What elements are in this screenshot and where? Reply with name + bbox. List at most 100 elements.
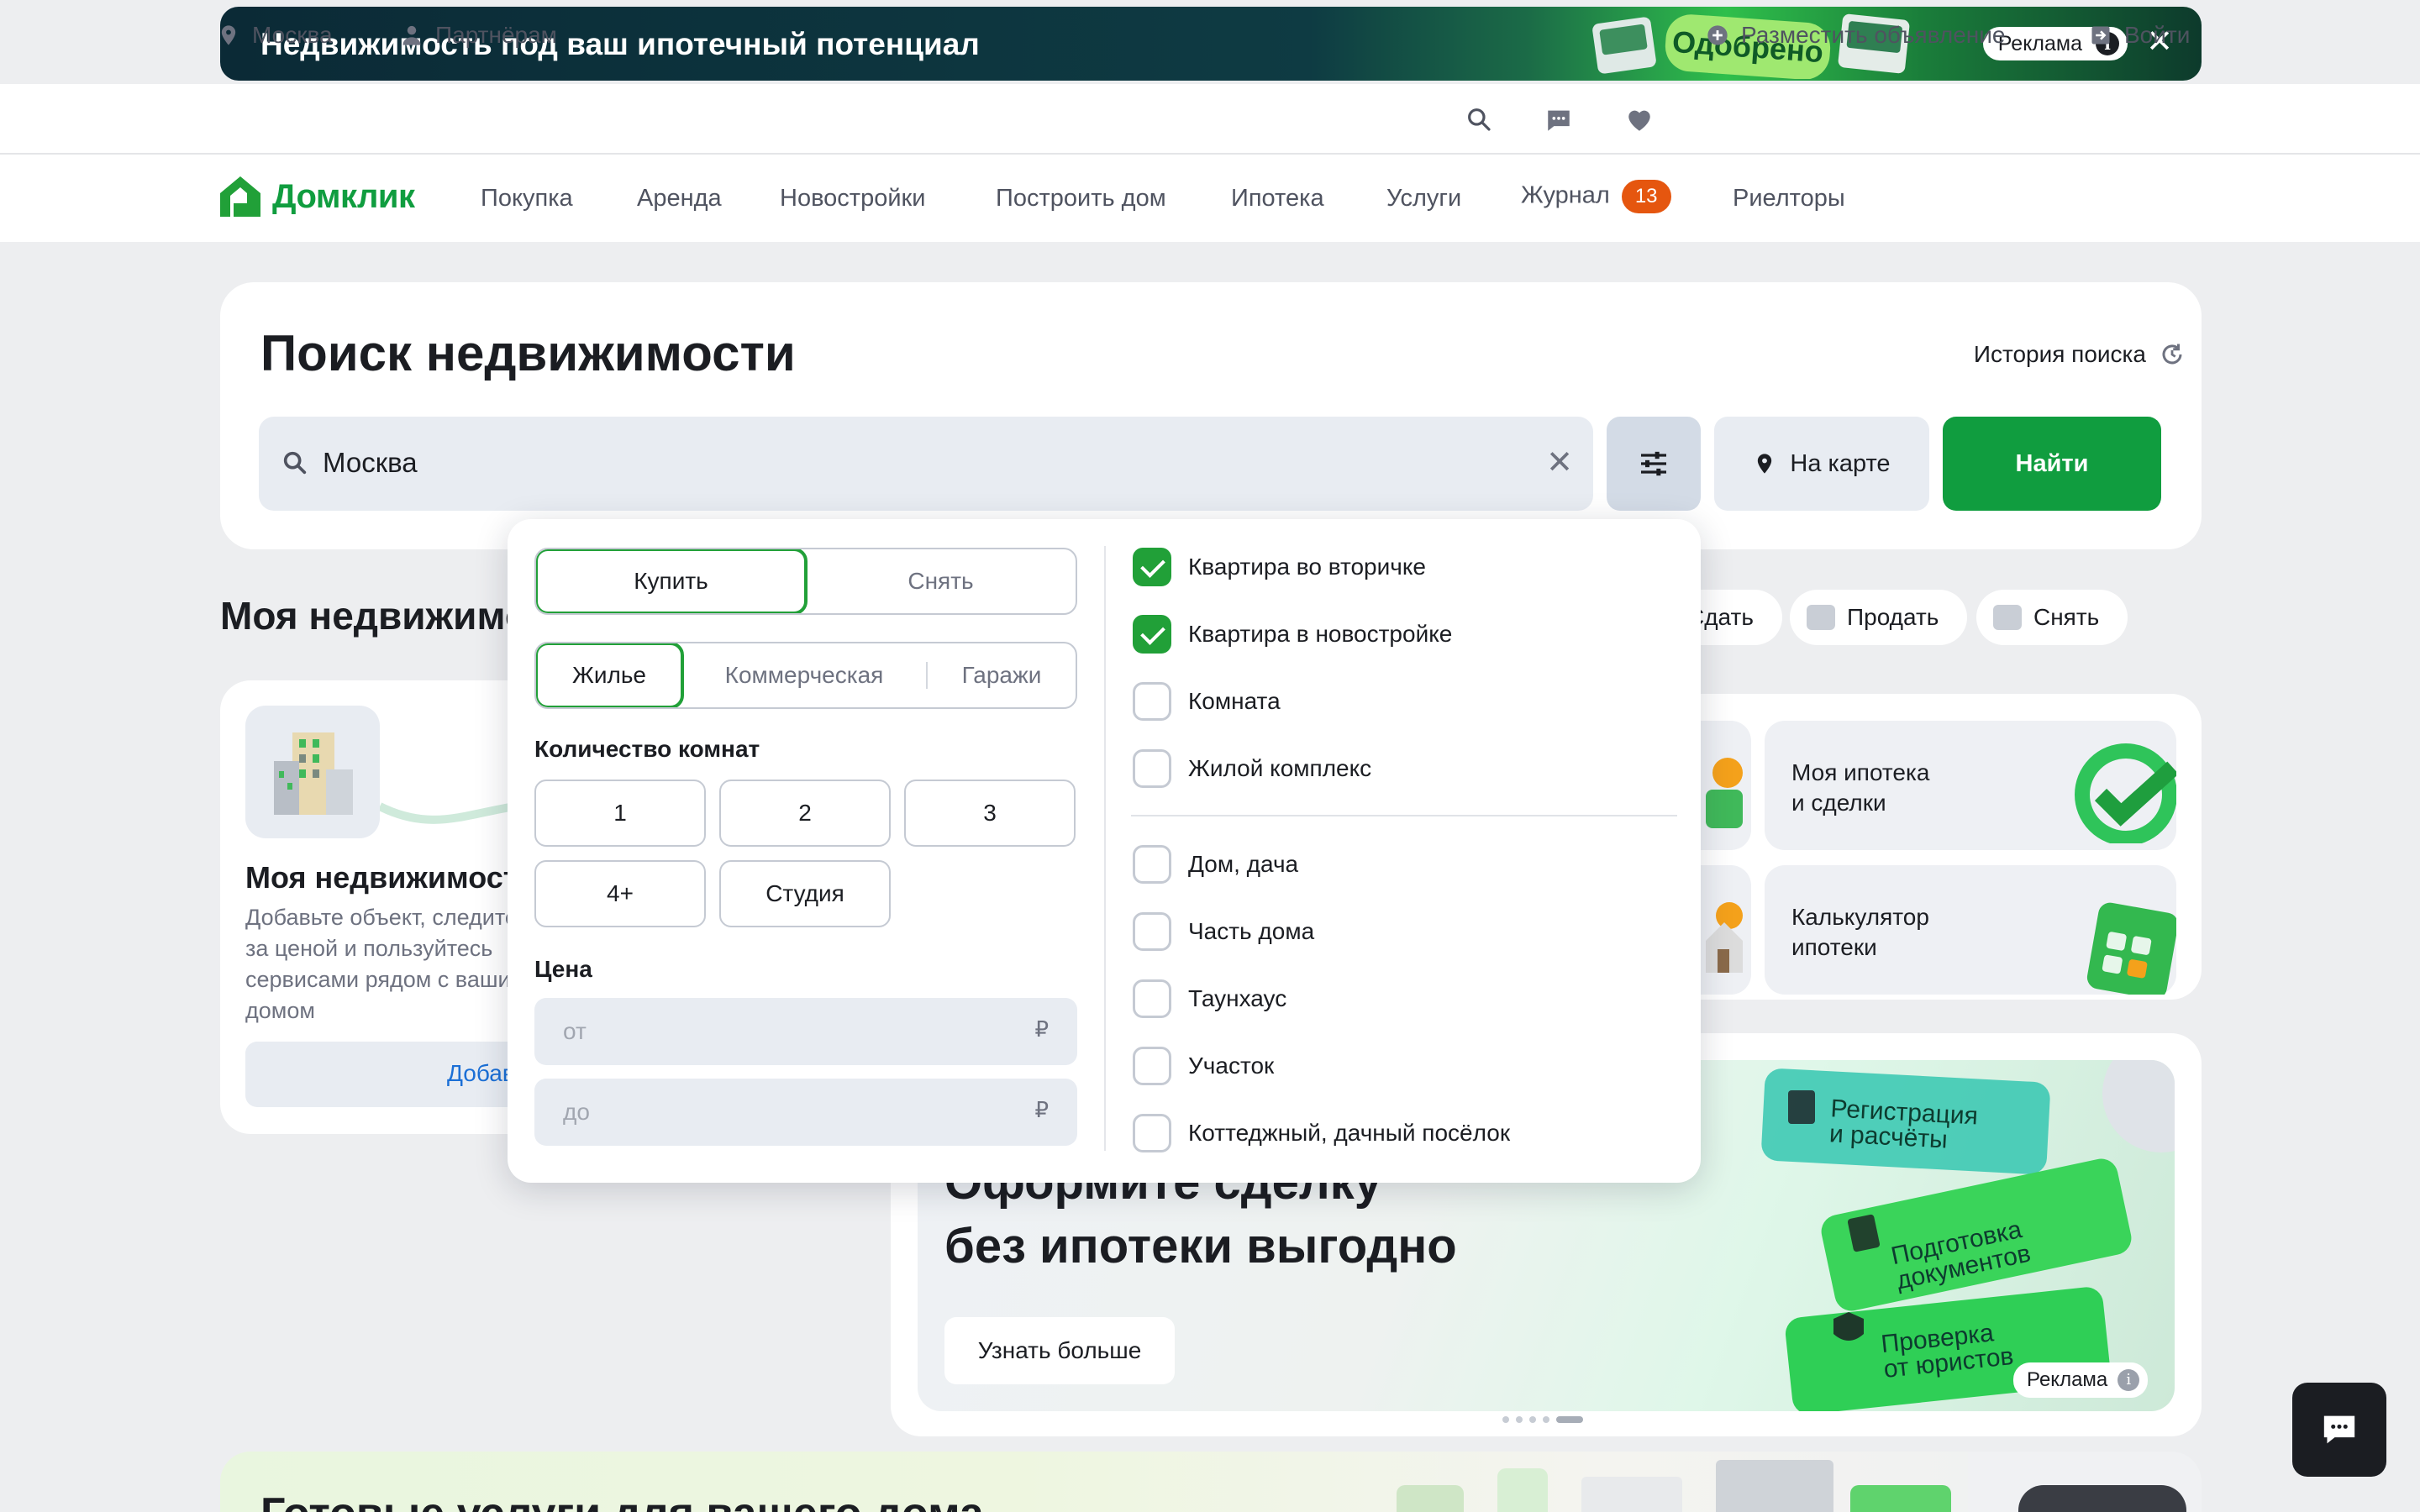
chip-rent[interactable]: Снять [1976, 590, 2128, 645]
partners-link[interactable]: Партнёрам [400, 22, 557, 49]
checkbox-new-building-flat[interactable]: Квартира в новостройке [1133, 615, 1452, 654]
logo[interactable]: Домклик [217, 173, 415, 220]
ad-banner-title: Недвижимость под ваш ипотечный потенциал [260, 27, 980, 61]
nav-item-build-house[interactable]: Построить дом [996, 185, 1166, 213]
services-banner-title: Готовые услуги для вашего дома [260, 1488, 984, 1512]
chip-label: Снять [2033, 604, 2100, 630]
room-option-1[interactable]: 1 [534, 780, 706, 847]
my-property-description: Добавьте объект, следите за ценой и поль… [245, 905, 527, 1023]
search-icon[interactable] [1465, 106, 1492, 133]
decorative-line [380, 802, 514, 824]
tile-my-mortgage[interactable]: Моя ипотека и сделки [1765, 721, 2176, 850]
login-button[interactable]: Войти [2089, 22, 2190, 49]
checkbox-label: Комната [1188, 688, 1281, 714]
chat-icon[interactable] [1544, 106, 1573, 134]
info-icon: i [2118, 1369, 2140, 1391]
tab-residential[interactable]: Жилье [536, 643, 684, 707]
plus-circle-icon [1707, 25, 1728, 45]
tab-commercial[interactable]: Коммерческая [682, 643, 926, 707]
heart-icon[interactable] [1625, 106, 1654, 134]
tile-mortgage-calculator[interactable]: Калькулятор ипотеки [1765, 865, 2176, 995]
my-property-title: Моя недвижимость [245, 860, 537, 895]
nav-item-mortgage[interactable]: Ипотека [1231, 185, 1324, 213]
group-divider [1131, 815, 1677, 816]
lock-icon [1993, 605, 2022, 630]
search-history-label: История поиска [1973, 341, 2146, 367]
checkbox-unchecked[interactable] [1133, 682, 1171, 721]
room-option-4plus[interactable]: 4+ [534, 860, 706, 927]
deal-type-toggle: Купить Снять [534, 548, 1077, 615]
chip-label: Продать [1847, 604, 1939, 630]
checkbox-unchecked[interactable] [1133, 845, 1171, 884]
ruble-sign: ₽ [1034, 1016, 1049, 1042]
calculator-icon [2086, 902, 2176, 995]
room-option-2[interactable]: 2 [719, 780, 891, 847]
price-to-field[interactable]: ₽ [534, 1079, 1077, 1146]
search-history-link[interactable]: История поиска [1974, 341, 2185, 368]
checkbox-land[interactable]: Участок [1133, 1047, 1274, 1085]
filters-button[interactable] [1607, 417, 1701, 511]
chip-sell[interactable]: Продать [1790, 590, 1968, 645]
checkbox-townhouse[interactable]: Таунхаус [1133, 979, 1286, 1018]
map-button-label: На карте [1790, 449, 1891, 477]
checkbox-house-part[interactable]: Часть дома [1133, 912, 1314, 951]
map-button[interactable]: На карте [1714, 417, 1929, 511]
nav-item-journal-label: Журнал [1521, 181, 1610, 209]
nav-item-journal[interactable]: Журнал 13 [1521, 180, 1671, 213]
login-label: Войти [2124, 22, 2191, 48]
sliders-icon [1641, 451, 1666, 476]
checkbox-room[interactable]: Комната [1133, 682, 1281, 721]
clear-icon[interactable]: ✕ [1546, 444, 1573, 481]
house-icon [1807, 605, 1835, 630]
room-option-3[interactable]: 3 [904, 780, 1076, 847]
tab-garages[interactable]: Гаражи [928, 643, 1076, 707]
ad-label-text: Реклама [1997, 32, 2082, 55]
nav-item-rent[interactable]: Аренда [637, 185, 722, 213]
nav-item-buy[interactable]: Покупка [481, 185, 573, 213]
price-from-field[interactable]: ₽ [534, 998, 1077, 1065]
tab-rent[interactable]: Снять [806, 549, 1076, 613]
checkbox-checked[interactable] [1133, 548, 1171, 586]
history-icon [2162, 344, 2182, 365]
search-icon [283, 451, 307, 475]
price-label: Цена [534, 956, 592, 982]
checkbox-unchecked[interactable] [1133, 979, 1171, 1018]
services-banner[interactable]: Готовые услуги для вашего дома [220, 1452, 2202, 1512]
checkbox-cottage-village[interactable]: Коттеджный, дачный посёлок [1133, 1114, 1510, 1152]
checkbox-house[interactable]: Дом, дача [1133, 845, 1298, 884]
check-circle-icon [2075, 743, 2176, 843]
checkbox-unchecked[interactable] [1133, 1114, 1171, 1152]
price-from-input[interactable] [534, 998, 1077, 1065]
ruble-sign: ₽ [1034, 1097, 1049, 1122]
checkbox-label: Часть дома [1188, 918, 1315, 944]
search-input[interactable]: Москва ✕ [259, 417, 1593, 511]
checkbox-label: Участок [1188, 1053, 1275, 1079]
checkbox-unchecked[interactable] [1133, 1047, 1171, 1085]
promo-tags-illustration: Регистрация и расчёты Подготовка докумен… [1761, 1060, 2175, 1411]
search-input-value: Москва [323, 447, 418, 478]
tab-garages-label: Гаражи [961, 662, 1042, 688]
promo-ad-label[interactable]: Реклама i [2013, 1362, 2149, 1398]
promo-title-line-2: без ипотеки выгодно [944, 1219, 1457, 1273]
nav-item-services[interactable]: Услуги [1386, 185, 1461, 213]
building-illustration [245, 706, 380, 838]
nav-item-new-buildings[interactable]: Новостройки [780, 185, 925, 213]
services-illustration [1397, 1452, 2202, 1512]
carousel-dots[interactable] [1502, 1416, 1583, 1423]
city-selector[interactable]: Москва [217, 22, 333, 49]
find-button[interactable]: Найти [1943, 417, 2161, 511]
checkbox-unchecked[interactable] [1133, 749, 1171, 788]
chat-support-button[interactable] [2292, 1383, 2386, 1477]
checkbox-secondary-flat[interactable]: Квартира во вторичке [1133, 548, 1426, 586]
post-ad-button[interactable]: Разместить объявление [1706, 22, 2005, 49]
nav-item-realtors[interactable]: Риелторы [1733, 185, 1845, 213]
checkbox-checked[interactable] [1133, 615, 1171, 654]
checkbox-unchecked[interactable] [1133, 912, 1171, 951]
post-ad-label: Разместить объявление [1741, 22, 2006, 48]
learn-more-button[interactable]: Узнать больше [944, 1317, 1175, 1384]
room-option-studio[interactable]: Студия [719, 860, 891, 927]
price-to-input[interactable] [534, 1079, 1077, 1146]
tab-buy[interactable]: Купить [536, 549, 808, 613]
filter-dropdown: Купить Снять Жилье Коммерческая Гаражи К… [508, 519, 1701, 1183]
checkbox-residential-complex[interactable]: Жилой комплекс [1133, 749, 1371, 788]
